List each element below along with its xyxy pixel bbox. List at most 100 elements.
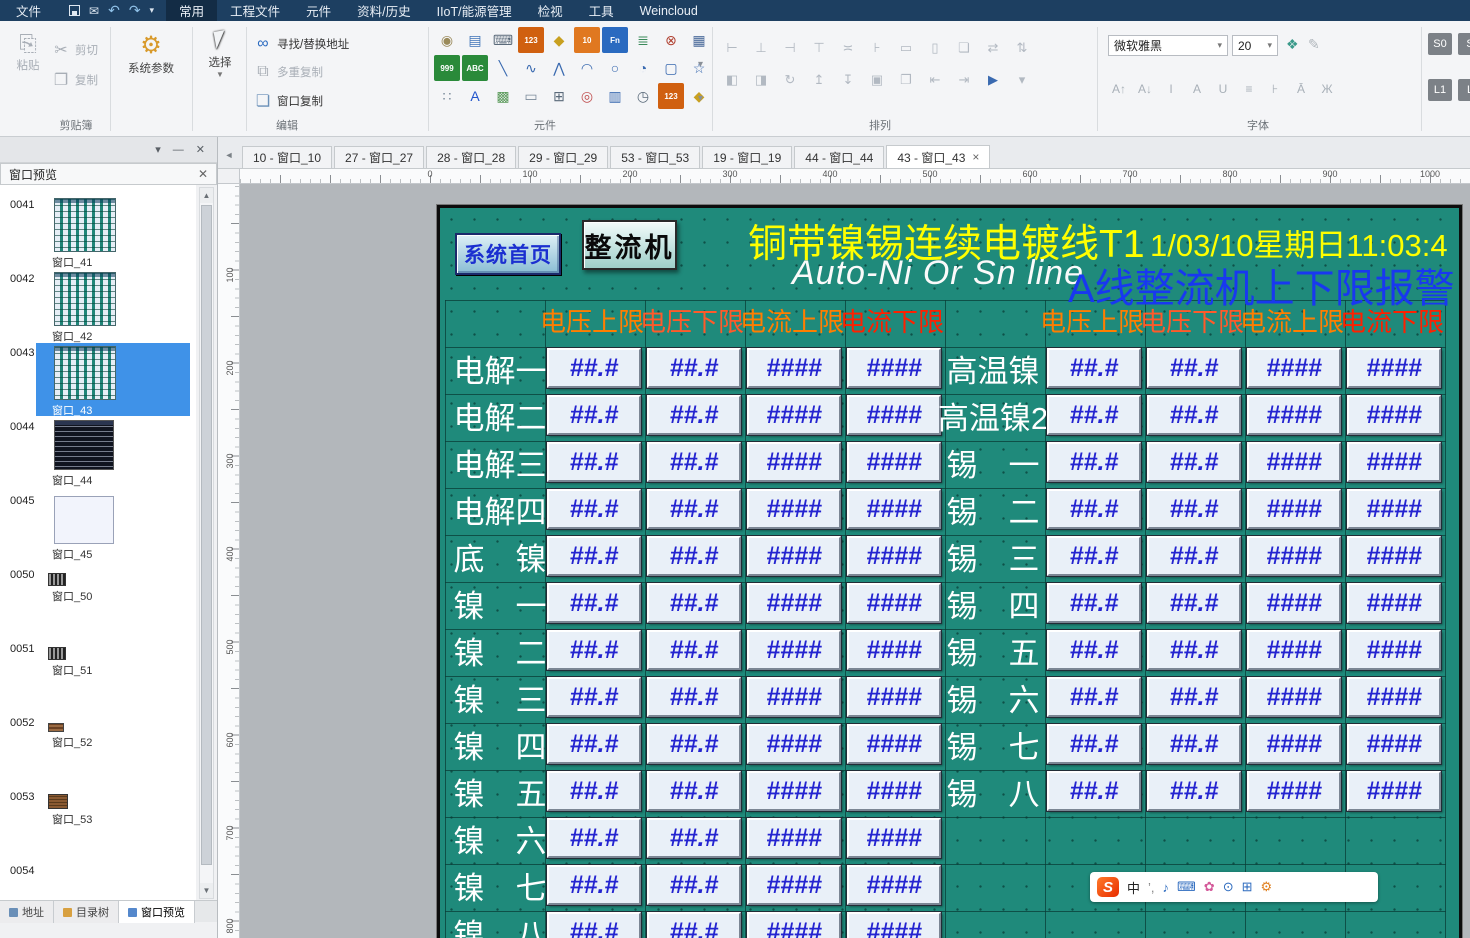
hmi-numeric-cell[interactable]: ##.#: [647, 536, 741, 576]
hmi-row-label[interactable]: 锡 八: [944, 770, 1042, 812]
text-align-icon[interactable]: ≡: [1238, 79, 1260, 99]
hmi-numeric-cell[interactable]: ####: [747, 348, 841, 388]
word-lamp-icon[interactable]: ▤: [462, 27, 488, 53]
font-name-select[interactable]: 微软雅黑▾: [1108, 35, 1228, 56]
hmi-numeric-cell[interactable]: ##.#: [1147, 677, 1241, 717]
hmi-numeric-cell[interactable]: ##.#: [547, 677, 641, 717]
circle-icon[interactable]: ○: [602, 55, 628, 81]
hmi-numeric-cell[interactable]: ##.#: [547, 724, 641, 764]
window-tab[interactable]: 53 - 窗口_53: [610, 146, 700, 168]
hmi-numeric-cell[interactable]: ##.#: [547, 818, 641, 858]
pane-tab[interactable]: 地址: [0, 901, 54, 923]
scrollbar-thumb[interactable]: [201, 205, 212, 865]
text-valign-icon[interactable]: ⊦: [1264, 79, 1286, 99]
hmi-row-label[interactable]: 电解四: [454, 488, 546, 530]
pane-tab[interactable]: 目录树: [54, 901, 119, 923]
hmi-numeric-cell[interactable]: ##.#: [647, 442, 741, 482]
window-thumb-area[interactable]: 窗口_53: [36, 787, 190, 860]
hmi-numeric-cell[interactable]: ##.#: [547, 489, 641, 529]
table-icon[interactable]: ⊞: [546, 83, 572, 109]
hmi-numeric-cell[interactable]: ####: [747, 724, 841, 764]
hmi-numeric-cell[interactable]: ####: [1347, 489, 1441, 529]
hmi-numeric-cell[interactable]: ####: [847, 536, 941, 576]
numeric-input-icon[interactable]: ⌨: [490, 27, 516, 53]
rect-icon[interactable]: ▢: [658, 55, 684, 81]
hmi-numeric-cell[interactable]: ##.#: [1147, 395, 1241, 435]
hmi-numeric-cell[interactable]: ####: [847, 724, 941, 764]
export-icon[interactable]: ✉: [89, 4, 99, 18]
tab-scroll-left-icon[interactable]: ◄: [221, 146, 237, 164]
hmi-numeric-cell[interactable]: ##.#: [547, 536, 641, 576]
redo-icon[interactable]: ↷: [129, 2, 141, 19]
bring-front-icon[interactable]: ↥: [807, 68, 831, 92]
hmi-row-label[interactable]: 镍 四: [454, 723, 546, 765]
ribbon-tab[interactable]: IIoT/能源管理: [424, 0, 525, 21]
picture-icon[interactable]: ▩: [490, 83, 516, 109]
hmi-numeric-cell[interactable]: ##.#: [1147, 489, 1241, 529]
system-parameters-button[interactable]: ⚙ 系统参数: [116, 31, 186, 76]
hmi-column-header[interactable]: 电流上限: [740, 302, 844, 339]
more-arrange-icon[interactable]: ▾: [1010, 68, 1034, 92]
window-preview-item[interactable]: 0043窗口_43: [0, 343, 196, 417]
file-menu[interactable]: 文件: [0, 0, 57, 21]
undo-icon[interactable]: ↶: [108, 2, 120, 19]
align-middle-icon[interactable]: ≍: [836, 36, 860, 60]
hmi-numeric-cell[interactable]: ####: [1247, 630, 1341, 670]
sogou-logo[interactable]: S: [1097, 877, 1119, 897]
ime-keyboard-icon[interactable]: ⌨: [1177, 879, 1196, 895]
window-preview-item[interactable]: 0052窗口_52: [0, 713, 196, 787]
hmi-row-label[interactable]: 底 镍: [454, 535, 546, 577]
ribbon-tab[interactable]: 工程文件: [217, 0, 293, 21]
scroll-down-icon[interactable]: ▼: [200, 883, 213, 898]
hmi-numeric-cell[interactable]: ####: [747, 395, 841, 435]
run-icon[interactable]: ▶: [981, 68, 1005, 92]
hmi-numeric-cell[interactable]: ##.#: [1047, 630, 1141, 670]
flip-horizontal-icon[interactable]: ◧: [720, 68, 744, 92]
hmi-numeric-cell[interactable]: ####: [1347, 583, 1441, 623]
hmi-numeric-cell[interactable]: ####: [1247, 771, 1341, 811]
window-preview-item[interactable]: 0054: [0, 861, 196, 900]
ascii-display-icon[interactable]: ABC: [462, 55, 488, 81]
hmi-subtitle-english[interactable]: Auto-Ni Or Sn line: [792, 254, 1084, 293]
hmi-row-label[interactable]: 镍 五: [454, 770, 546, 812]
hmi-numeric-cell[interactable]: ####: [747, 536, 841, 576]
window-tab[interactable]: 27 - 窗口_27: [334, 146, 424, 168]
ribbon-tab[interactable]: 常用: [166, 0, 217, 21]
hmi-row-label[interactable]: 高温镍: [944, 347, 1042, 389]
window-thumb-area[interactable]: 窗口_50: [36, 565, 190, 638]
window-tab[interactable]: 19 - 窗口_19: [702, 146, 792, 168]
hmi-numeric-cell[interactable]: ##.#: [647, 677, 741, 717]
report-icon[interactable]: ≣: [630, 27, 656, 53]
meter-icon[interactable]: ◎: [574, 83, 600, 109]
ribbon-tab[interactable]: Weincloud: [627, 0, 711, 21]
hmi-numeric-cell[interactable]: ####: [1347, 630, 1441, 670]
hmi-row-label[interactable]: 锡 六: [944, 676, 1042, 718]
element-more-down-icon[interactable]: ▾: [698, 93, 703, 104]
hmi-numeric-cell[interactable]: ##.#: [1147, 724, 1241, 764]
window-tab[interactable]: 10 - 窗口_10: [242, 146, 332, 168]
bar-graph-icon[interactable]: ▥: [602, 83, 628, 109]
copy-button[interactable]: ❐ 复制: [52, 70, 98, 90]
format-painter-icon[interactable]: ✎: [1308, 36, 1320, 53]
hmi-numeric-cell[interactable]: ##.#: [1047, 348, 1141, 388]
ime-emoji-icon[interactable]: ⊙: [1223, 879, 1234, 895]
tab-close-icon[interactable]: ×: [972, 150, 979, 164]
window-preview-item[interactable]: 0050窗口_50: [0, 565, 196, 639]
hmi-numeric-cell[interactable]: ####: [1347, 536, 1441, 576]
window-preview-item[interactable]: 0051窗口_51: [0, 639, 196, 713]
hmi-numeric-cell[interactable]: ####: [747, 442, 841, 482]
window-preview-item[interactable]: 0053窗口_53: [0, 787, 196, 861]
hmi-numeric-cell[interactable]: ####: [847, 395, 941, 435]
language-l-partial-button[interactable]: L: [1458, 79, 1470, 101]
flip-vertical-icon[interactable]: ◨: [749, 68, 773, 92]
function-key-icon[interactable]: Fn: [602, 27, 628, 53]
arc-icon[interactable]: ◠: [574, 55, 600, 81]
ribbon-tab[interactable]: 检视: [525, 0, 576, 21]
pane-scrollbar[interactable]: ▲ ▼: [199, 187, 214, 899]
hmi-column-header[interactable]: 电压下限: [640, 302, 744, 339]
window-thumb-area[interactable]: 窗口_43: [36, 343, 190, 416]
find-replace-button[interactable]: ∞ 寻找/替换地址: [254, 35, 349, 53]
window-tab[interactable]: 29 - 窗口_29: [518, 146, 608, 168]
window-preview-item[interactable]: 0041窗口_41: [0, 195, 196, 269]
select-dropdown-icon[interactable]: ▼: [216, 70, 224, 79]
